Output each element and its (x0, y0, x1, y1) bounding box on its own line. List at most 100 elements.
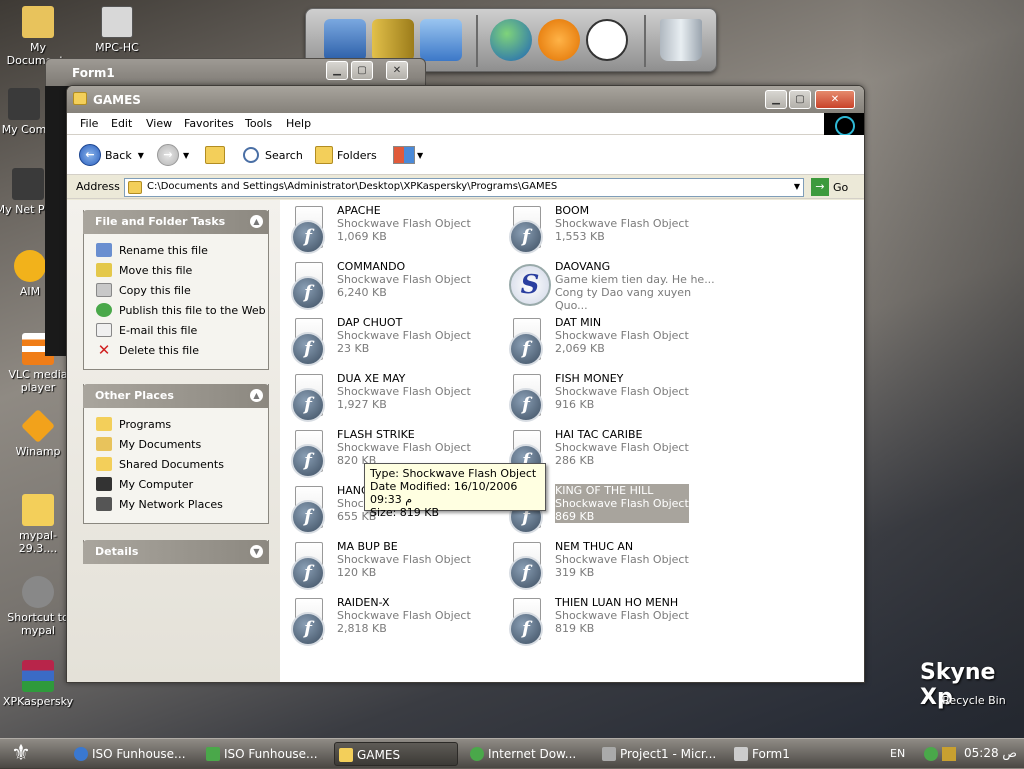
file-item[interactable]: f FISH MONEY Shockwave Flash Object 916 KB (509, 372, 719, 424)
form1-title: Form1 (72, 66, 115, 80)
desktop-icon-mypal-folder[interactable]: mypal-29.3.... (0, 494, 76, 555)
taskbar-button-project1[interactable]: Project1 - Micr... (598, 742, 722, 766)
file-item[interactable]: S DAOVANG Game kiem tien day. He he... Cong… (509, 260, 719, 312)
flash-file-icon: f (509, 318, 545, 366)
place-programs[interactable]: Programs (96, 414, 268, 434)
folders-button[interactable]: Folders (315, 143, 377, 167)
network-tray-icon[interactable] (924, 747, 938, 761)
desktop-icon-mpc-hc[interactable]: MPC-HC (79, 6, 155, 54)
control-panel-icon[interactable] (420, 19, 462, 61)
minimize-button[interactable]: ▁ (765, 90, 787, 109)
folder-icon (22, 494, 54, 526)
file-and-folder-tasks-header[interactable]: File and Folder Tasks ▲ (83, 210, 269, 234)
menu-help[interactable]: Help (286, 117, 311, 130)
menu-edit[interactable]: Edit (111, 117, 132, 130)
flash-file-icon: f (291, 318, 327, 366)
desktop-icon-mypal-shortcut[interactable]: Shortcut to mypal (0, 576, 76, 637)
taskbar-button-games[interactable]: GAMES (334, 742, 458, 766)
form1-maximize-button[interactable]: ▢ (351, 61, 373, 80)
desktop-icon-xpkaspersky[interactable]: XPKaspersky (0, 660, 76, 708)
menu-file[interactable]: File (80, 117, 98, 130)
task-copy-file[interactable]: Copy this file (96, 280, 268, 300)
download-manager-icon (470, 747, 484, 761)
file-item[interactable]: f MA BUP BE Shockwave Flash Object 120 KB (291, 540, 501, 592)
details-header[interactable]: Details ▼ (83, 540, 269, 564)
place-my-network-places[interactable]: My Network Places (96, 494, 268, 514)
my-computer-icon (96, 477, 112, 491)
flash-file-icon: f (509, 206, 545, 254)
clock[interactable]: 05:28 ص (964, 746, 1017, 760)
maximize-button[interactable]: ▢ (789, 90, 811, 109)
desktop-icon-winamp[interactable]: Winamp (0, 409, 76, 458)
file-item[interactable]: f NEM THUC AN Shockwave Flash Object 319 KB (509, 540, 719, 592)
address-dropdown-icon[interactable]: ▼ (794, 182, 800, 191)
clock-icon[interactable] (586, 19, 628, 61)
file-item[interactable]: f DAT MIN Shockwave Flash Object 2,069 KB (509, 316, 719, 368)
books-icon[interactable] (372, 19, 414, 61)
go-button[interactable]: → Go (811, 178, 848, 196)
taskbar-button-iso-funhouse-1[interactable]: ISO Funhouse... (70, 742, 194, 766)
up-folder-button[interactable] (205, 143, 229, 167)
taskbar-button-iso-funhouse-2[interactable]: ISO Funhouse... (202, 742, 326, 766)
explorer-titlebar[interactable]: GAMES ▁ ▢ ✕ (67, 86, 864, 113)
views-button[interactable]: ▼ (393, 143, 423, 167)
my-documents-icon (22, 6, 54, 38)
back-dropdown-icon[interactable]: ▼ (138, 151, 144, 160)
form1-minimize-button[interactable]: ▁ (326, 61, 348, 80)
collapse-chevron-icon[interactable]: ▲ (250, 389, 263, 402)
task-email-file[interactable]: E-mail this file (96, 320, 268, 340)
taskbar-button-form1[interactable]: Form1 (730, 742, 854, 766)
collapse-chevron-icon[interactable]: ▲ (250, 215, 263, 228)
close-button[interactable]: ✕ (815, 90, 855, 109)
folder-icon (128, 181, 142, 194)
dock-separator (476, 15, 478, 67)
place-shared-documents[interactable]: Shared Documents (96, 454, 268, 474)
file-item[interactable]: f COMMANDO Shockwave Flash Object 6,240 KB (291, 260, 501, 312)
mypal-icon (22, 576, 54, 608)
start-button[interactable]: ⚜ (4, 741, 38, 767)
app-icon (206, 747, 220, 761)
taskbar-button-internet-download[interactable]: Internet Dow... (466, 742, 590, 766)
form1-window-titlebar[interactable]: Form1 ▁ ▢ ✕ (45, 58, 426, 88)
file-item[interactable]: f BOOM Shockwave Flash Object 1,553 KB (509, 204, 719, 256)
task-delete-file[interactable]: ✕ Delete this file (96, 340, 268, 360)
folder-icon (73, 92, 87, 105)
globe-icon[interactable] (490, 19, 532, 61)
file-item[interactable]: f DUA XE MAY Shockwave Flash Object 1,927 K… (291, 372, 501, 424)
security-tray-icon[interactable] (942, 747, 956, 761)
task-move-file[interactable]: Move this file (96, 260, 268, 280)
flash-file-icon: f (291, 598, 327, 646)
form1-close-button[interactable]: ✕ (386, 61, 408, 80)
forward-dropdown-icon[interactable]: ▼ (183, 151, 189, 160)
task-publish-file[interactable]: Publish this file to the Web (96, 300, 268, 320)
other-places-header[interactable]: Other Places ▲ (83, 384, 269, 408)
forward-button[interactable]: → ▼ (157, 143, 189, 167)
expand-chevron-icon[interactable]: ▼ (250, 545, 263, 558)
recycle-bin-icon[interactable] (660, 19, 702, 61)
media-player-icon[interactable] (538, 19, 580, 61)
form-window-icon (734, 747, 748, 761)
back-button[interactable]: ← Back ▼ (79, 143, 144, 167)
language-indicator[interactable]: EN (890, 747, 905, 760)
folder-icon (339, 748, 353, 762)
move-icon (96, 263, 112, 277)
desktop-icon-recycle-bin[interactable]: Recycle Bin (936, 694, 1012, 707)
menu-view[interactable]: View (146, 117, 172, 130)
file-and-folder-tasks-panel: File and Folder Tasks ▲ Rename this file… (83, 210, 269, 370)
menu-favorites[interactable]: Favorites (184, 117, 234, 130)
forward-arrow-icon: → (157, 144, 179, 166)
task-rename-file[interactable]: Rename this file (96, 240, 268, 260)
place-my-computer[interactable]: My Computer (96, 474, 268, 494)
flash-file-icon: f (291, 374, 327, 422)
file-item[interactable]: f APACHE Shockwave Flash Object 1,069 KB (291, 204, 501, 256)
winamp-icon (21, 409, 55, 443)
monitor-icon[interactable] (324, 19, 366, 61)
menu-tools[interactable]: Tools (245, 117, 272, 130)
place-my-documents[interactable]: My Documents (96, 434, 268, 454)
address-input[interactable]: C:\Documents and Settings\Administrator\… (124, 178, 804, 197)
search-button[interactable]: Search (243, 143, 303, 167)
file-item[interactable]: f THIEN LUAN HO MENH Shockwave Flash Objec… (509, 596, 719, 648)
file-item[interactable]: f DAP CHUOT Shockwave Flash Object 23 KB (291, 316, 501, 368)
flash-file-icon: f (291, 430, 327, 478)
file-item[interactable]: f RAIDEN-X Shockwave Flash Object 2,818 KB (291, 596, 501, 648)
